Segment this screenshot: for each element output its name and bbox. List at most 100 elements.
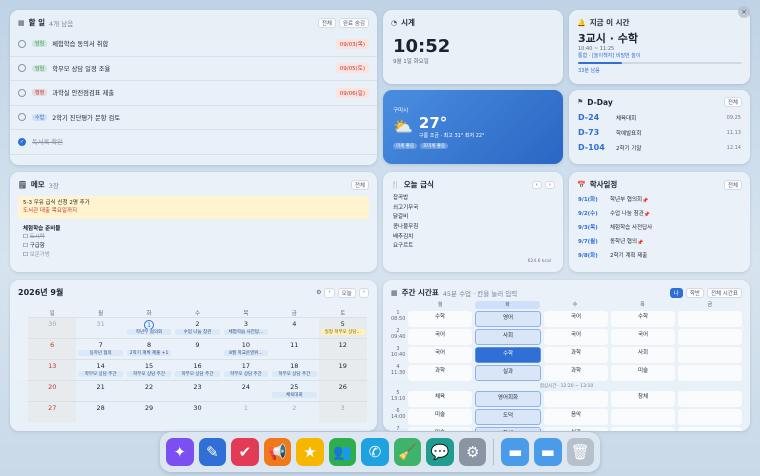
timetable-cell[interactable]: 국어 — [611, 329, 675, 345]
timetable-cell[interactable] — [678, 391, 742, 407]
memo-checklist-item[interactable]: ☐ 도시락 — [23, 233, 364, 242]
todo-item[interactable]: ✓ 독서록 확인 — [10, 130, 377, 155]
users-icon[interactable]: 👥 — [328, 438, 357, 466]
checkbox-icon[interactable]: ☐ — [23, 243, 30, 249]
megaphone-icon[interactable]: 📢 — [263, 438, 292, 466]
calendar-day[interactable]: 20 — [28, 381, 77, 401]
timetable-cell[interactable]: 창체 — [475, 427, 541, 431]
timetable-cell[interactable]: 음악 — [544, 409, 608, 425]
timetable-cell[interactable]: 창체 — [611, 391, 675, 407]
academic-all-button[interactable]: 전체 — [723, 179, 742, 190]
timetable-cell[interactable]: 국어 — [408, 347, 472, 363]
academic-item[interactable]: 9/3(목) 체험학습 사전답사 — [578, 222, 750, 236]
calendar-day[interactable]: 16 학부모 상담 주간 — [173, 360, 221, 380]
timetable-cell[interactable]: 실과 — [544, 427, 608, 431]
clipboard-check-icon[interactable]: ✔ — [231, 438, 259, 466]
calendar-day[interactable]: 2 — [270, 402, 318, 422]
memo-all-button[interactable]: 전체 — [350, 179, 369, 190]
calendar-event[interactable]: 학부모 상담 주간 — [272, 371, 317, 377]
timetable-cell[interactable] — [678, 311, 742, 327]
calendar-event[interactable]: 수업 나눔 참관 — [175, 329, 220, 335]
chat-icon[interactable]: 💬 — [426, 438, 454, 466]
calendar-day[interactable]: 15 학부모 상담 주간 — [125, 360, 173, 380]
settings-icon[interactable]: ⚙ — [316, 288, 321, 298]
timetable-cell[interactable]: 수학 — [611, 311, 675, 327]
calendar-day[interactable]: 26 — [318, 381, 367, 401]
todo-checkbox[interactable]: ✓ — [18, 137, 26, 146]
pen-icon[interactable]: ✎ — [198, 438, 227, 466]
timetable-cell[interactable]: 국어 — [544, 311, 608, 327]
checkbox-icon[interactable]: ☐ — [23, 234, 30, 240]
calendar-day[interactable]: 23 — [173, 381, 221, 401]
timetable-cell[interactable] — [611, 409, 675, 425]
memo-note-checklist[interactable]: 체험학습 준비물 ☐ 도시락 ☐ 구급함 ☐ 보온가방 — [18, 222, 369, 263]
dday-item[interactable]: D-24 체육대회 09.25 — [578, 110, 741, 125]
calendar-day[interactable]: 14 학부모 상담 주간 — [76, 360, 124, 380]
calendar-day[interactable]: 29 — [125, 402, 173, 422]
todo-checkbox[interactable] — [18, 64, 26, 73]
checkbox-icon[interactable]: ☐ — [23, 252, 30, 258]
calendar-day[interactable]: 6 — [28, 339, 77, 359]
timetable-cell[interactable]: 영어 — [475, 311, 541, 327]
timetable-cell[interactable] — [678, 427, 742, 431]
timetable-cell[interactable] — [678, 409, 742, 425]
academic-item[interactable]: 9/2(수) 수업 나눔 참관 📌 — [578, 208, 750, 222]
calendar-day[interactable]: 30 — [173, 402, 221, 422]
calendar-day[interactable]: 30 — [28, 318, 77, 338]
timetable-cell[interactable] — [678, 365, 742, 381]
todo-item[interactable]: 담임 학부모 상담 일정 조율 09/05(토) — [10, 57, 377, 81]
calendar-event[interactable]: 학부모 상담 주간 — [175, 371, 220, 377]
dday-item[interactable]: D-104 2학기 기말 12.14 — [578, 140, 741, 155]
dday-item[interactable]: D-73 학예발표회 11.13 — [578, 125, 741, 140]
calendar-day[interactable]: 3 — [318, 402, 367, 422]
memo-note-yellow[interactable]: 5-3 우유 급식 신청 2명 추가 도서관 대출 목요일까지 — [18, 196, 369, 219]
calendar-event[interactable]: 학부모 상담 주간 — [78, 371, 123, 377]
academic-item[interactable]: 9/7(월) 동학년 협의 📌 — [578, 236, 750, 250]
timetable-cell[interactable]: 수학 — [475, 347, 541, 363]
timetable-cell[interactable]: 국어 — [408, 329, 472, 345]
calendar-day[interactable]: 5 일정 학부모 상담... — [318, 318, 367, 338]
calendar-day[interactable]: 8 2학기 계획 제출 +1 — [125, 339, 173, 359]
current-period-widget[interactable]: 🔔 지금 이 시간 3교시 · 수학 10:40 ~ 11:25 통합 · [놀… — [569, 10, 750, 84]
timetable-cell[interactable]: 도덕 — [475, 409, 541, 425]
timetable-cell[interactable] — [544, 391, 608, 407]
todo-all-button[interactable]: 전체 — [317, 17, 336, 28]
prev-month-button[interactable]: ‹ — [324, 287, 335, 298]
timetable-cell[interactable]: 미술 — [408, 427, 472, 431]
calendar-day[interactable]: 27 — [28, 402, 77, 422]
calendar-day[interactable]: 25 체육대회 — [270, 381, 318, 401]
timetable-cell[interactable]: 미술 — [408, 409, 472, 425]
next-month-button[interactable]: › — [358, 287, 369, 298]
calendar-event[interactable]: 2학기 계획 제출 +1 — [126, 350, 172, 356]
calendar-event[interactable]: 8월 학교운영위... — [223, 350, 269, 356]
academic-item[interactable]: 9/8(화) 2학기 계획 제출 — [578, 250, 750, 264]
calendar-day[interactable]: 21 — [76, 381, 124, 401]
calendar-day[interactable]: 31 — [76, 318, 124, 338]
calendar-day[interactable]: 4 — [270, 318, 318, 338]
calendar-day[interactable]: 11 — [270, 339, 318, 359]
timetable-cell[interactable]: 영어회화 — [475, 391, 541, 407]
calendar-day[interactable]: 18 학부모 상담 주간 — [270, 360, 318, 380]
calendar-day[interactable]: 3 체험학습 사전답... — [222, 318, 270, 338]
timetable-cell[interactable]: 사회 — [475, 329, 541, 345]
star-icon[interactable]: ★ — [296, 438, 324, 466]
calendar-day[interactable]: 7 동학년 협의 — [76, 339, 124, 359]
calendar-day[interactable]: 19 — [318, 360, 367, 380]
calendar-day[interactable]: 24 — [222, 381, 270, 401]
timetable-cell[interactable]: 사회 — [611, 347, 675, 363]
todo-checkbox[interactable] — [18, 113, 26, 122]
timetable-cell[interactable]: 과학 — [408, 365, 472, 381]
timetable-cell[interactable]: 과학 — [544, 347, 608, 363]
todo-item[interactable]: 행정 과학실 안전점검표 제출 09/06(일) — [10, 81, 377, 106]
today-button[interactable]: 오늘 — [337, 287, 356, 298]
my-timetable-button[interactable]: 나 — [669, 287, 683, 298]
timetable-cell[interactable]: 수학 — [408, 311, 472, 327]
next-day-button[interactable]: › — [544, 180, 555, 189]
sparkle-icon[interactable]: ✦ — [166, 438, 194, 466]
todo-item[interactable]: 수업 2학기 진단평가 문항 검토 — [10, 106, 377, 130]
calendar-day[interactable]: 17 학부모 상담 주간 — [222, 360, 270, 380]
timetable-cell[interactable]: 체육 — [408, 391, 472, 407]
phone-icon[interactable]: ✆ — [361, 438, 389, 466]
calendar-day[interactable]: 22 — [125, 381, 173, 401]
timetable-cell[interactable]: 실과 — [475, 365, 541, 381]
